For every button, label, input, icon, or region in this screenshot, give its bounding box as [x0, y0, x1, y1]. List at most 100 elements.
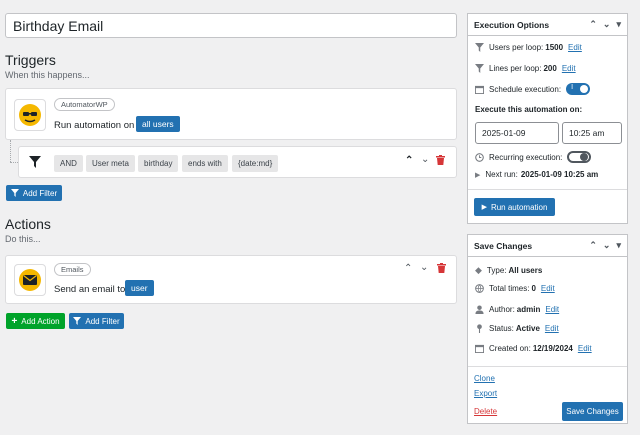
lines-per-loop-row: Lines per loop: 200 Edit: [475, 64, 576, 73]
execution-options-title: Execution Options: [474, 19, 550, 30]
calendar-icon: [475, 344, 484, 353]
execution-date-input[interactable]: 2025-01-09: [475, 122, 559, 144]
action-user-tag[interactable]: user: [125, 280, 154, 296]
trigger-add-filter-button[interactable]: Add Filter: [6, 185, 62, 201]
action-add-filter-button[interactable]: Add Filter: [69, 313, 124, 329]
schedule-toggle[interactable]: I: [566, 83, 591, 95]
clone-link[interactable]: Clone: [474, 374, 495, 383]
panel-down-icon[interactable]: ⌄: [603, 19, 611, 30]
recurring-toggle[interactable]: [567, 151, 592, 163]
lines-per-loop-label: Lines per loop:: [489, 64, 542, 73]
execution-options-header: Execution Options ⌃ ⌄ ▾: [468, 14, 627, 36]
filter-tag-date: {date:md}: [232, 155, 279, 172]
add-filter-label: Add Filter: [22, 188, 58, 198]
execute-on-label: Execute this automation on:: [475, 105, 583, 114]
author-value: admin: [516, 305, 541, 314]
filter-move-down-icon[interactable]: ⌄: [421, 154, 429, 165]
filter-connector: [10, 140, 11, 162]
add-filter-label: Add Filter: [85, 316, 120, 326]
save-changes-label: Save Changes: [566, 407, 619, 416]
filter-tag-ends-with: ends with: [182, 155, 228, 172]
action-text: Send an email to: [54, 284, 126, 295]
created-label: Created on:: [489, 344, 531, 353]
delete-link[interactable]: Delete: [474, 407, 497, 416]
execution-options-panel: Execution Options ⌃ ⌄ ▾ Users per loop: …: [467, 13, 628, 224]
plus-icon: +: [11, 315, 18, 327]
execution-time-input[interactable]: 10:25 am: [562, 122, 622, 144]
schedule-row: Schedule execution: I: [475, 83, 591, 95]
total-times-row: Total times: 0 Edit: [475, 284, 555, 293]
automation-title-input[interactable]: Birthday Email: [5, 13, 457, 38]
lines-per-loop-value: 200: [543, 64, 557, 73]
panel-collapse-icon[interactable]: ▾: [616, 19, 621, 30]
trigger-all-users-tag[interactable]: all users: [136, 116, 180, 132]
status-row: Status: Active Edit: [475, 324, 559, 333]
author-edit-link[interactable]: Edit: [545, 305, 559, 314]
type-row: ◆ Type: All users: [475, 265, 542, 276]
schedule-toggle-text: I: [571, 84, 574, 91]
save-changes-button[interactable]: Save Changes: [562, 402, 623, 421]
funnel-icon: [73, 317, 82, 325]
save-changes-panel: Save Changes ⌃ ⌄ ▾ ◆ Type: All users Tot…: [467, 234, 628, 424]
action-delete-icon[interactable]: [437, 263, 446, 275]
save-changes-header: Save Changes ⌃ ⌄ ▾: [468, 235, 627, 257]
type-value: All users: [508, 266, 543, 275]
clock-icon: [475, 152, 484, 162]
action-move-down-icon[interactable]: ⌄: [420, 262, 428, 273]
lines-per-loop-edit-link[interactable]: Edit: [562, 64, 576, 73]
trigger-filter-card[interactable]: AND User meta birthday ends with {date:m…: [18, 146, 457, 178]
calendar-icon: [475, 85, 484, 94]
funnel-icon: [475, 64, 484, 73]
email-logo-icon: [14, 264, 46, 296]
user-icon: [475, 305, 484, 314]
status-edit-link[interactable]: Edit: [545, 324, 559, 333]
triggers-heading: Triggers: [5, 52, 56, 68]
panel-collapse-icon[interactable]: ▾: [616, 240, 621, 251]
author-label: Author:: [489, 305, 515, 314]
run-automation-label: Run automation: [490, 202, 548, 212]
trigger-integration-badge: AutomatorWP: [54, 98, 115, 111]
run-automation-button[interactable]: ▶ Run automation: [474, 198, 555, 216]
total-times-value: 0: [531, 284, 536, 293]
recurring-label: Recurring execution:: [489, 152, 563, 162]
trigger-text: Run automation on: [54, 120, 135, 131]
add-action-button[interactable]: + Add Action: [6, 313, 65, 329]
users-per-loop-value: 1500: [545, 43, 564, 52]
panel-divider: [468, 366, 627, 367]
users-per-loop-label: Users per loop:: [489, 43, 544, 52]
filter-connector-h: [10, 162, 18, 163]
export-link[interactable]: Export: [474, 389, 497, 398]
created-edit-link[interactable]: Edit: [578, 344, 592, 353]
filter-tag-birthday: birthday: [138, 155, 179, 172]
users-per-loop-edit-link[interactable]: Edit: [568, 43, 582, 52]
panel-up-icon[interactable]: ⌃: [589, 240, 597, 251]
action-card[interactable]: Emails Send an email to user ⌃ ⌄: [5, 255, 457, 304]
filter-move-up-icon[interactable]: ⌃: [405, 155, 413, 166]
filter-delete-icon[interactable]: [436, 155, 445, 167]
users-per-loop-row: Users per loop: 1500 Edit: [475, 43, 582, 52]
panel-down-icon[interactable]: ⌄: [603, 240, 611, 251]
total-times-label: Total times:: [489, 284, 530, 293]
filter-tag-and: AND: [54, 155, 83, 172]
type-label: Type:: [486, 266, 507, 275]
trigger-card[interactable]: AutomatorWP Run automation on all users: [5, 88, 457, 140]
triggers-subheading: When this happens...: [5, 70, 90, 80]
tag-icon: ◆: [475, 265, 482, 275]
save-changes-title: Save Changes: [474, 240, 533, 251]
action-move-up-icon[interactable]: ⌃: [404, 263, 412, 274]
actions-subheading: Do this...: [5, 234, 41, 244]
play-icon: ▶: [481, 204, 487, 211]
panel-divider: [468, 189, 627, 190]
action-integration-badge: Emails: [54, 263, 91, 276]
pin-icon: [477, 324, 482, 333]
globe-icon: [475, 284, 484, 293]
author-row: Author: admin Edit: [475, 305, 559, 314]
total-times-edit-link[interactable]: Edit: [541, 284, 555, 293]
schedule-label: Schedule execution:: [489, 84, 562, 94]
funnel-icon: [10, 189, 19, 197]
add-action-label: Add Action: [21, 316, 60, 326]
next-run-row: ▶ Next run: 2025-01-09 10:25 am: [475, 170, 598, 179]
panel-up-icon[interactable]: ⌃: [589, 19, 597, 30]
created-row: Created on: 12/19/2024 Edit: [475, 344, 592, 353]
automatorwp-logo-icon: [14, 99, 46, 131]
